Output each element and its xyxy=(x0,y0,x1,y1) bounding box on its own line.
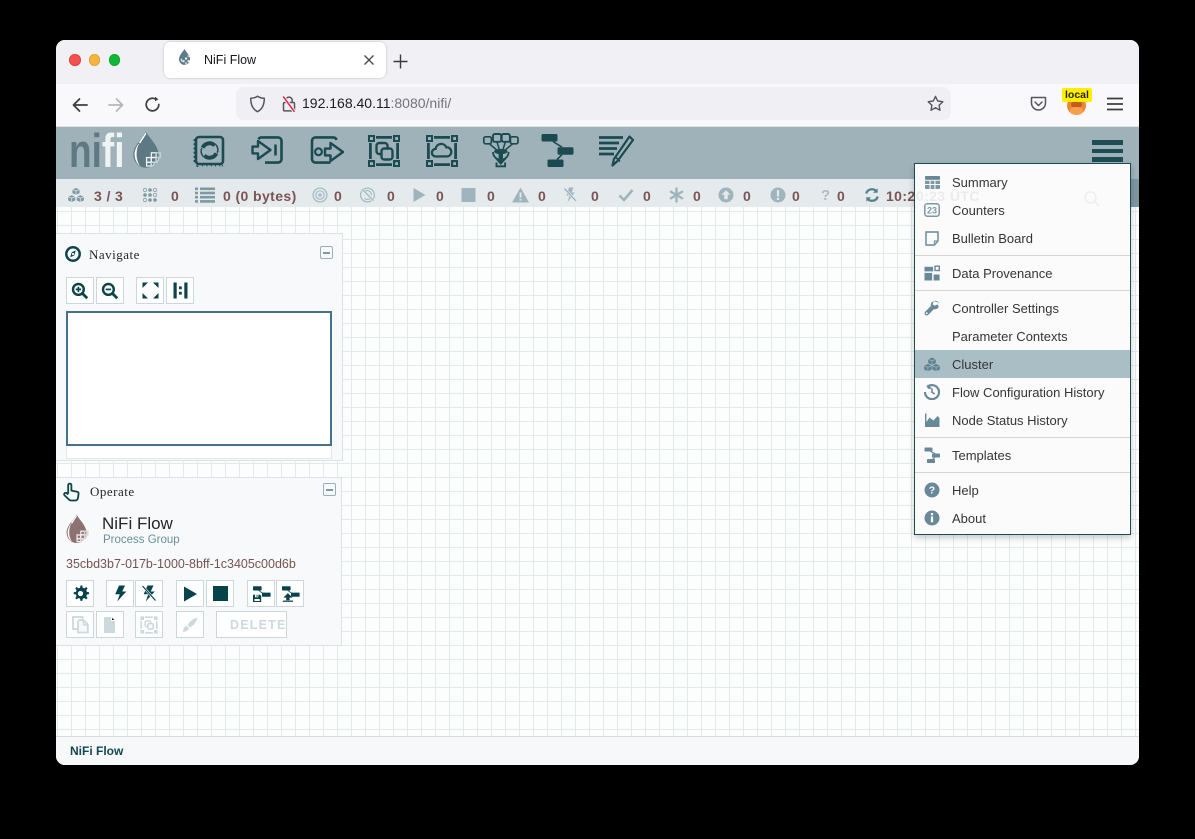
svg-text:23: 23 xyxy=(927,205,937,215)
svg-text:?: ? xyxy=(929,485,935,497)
